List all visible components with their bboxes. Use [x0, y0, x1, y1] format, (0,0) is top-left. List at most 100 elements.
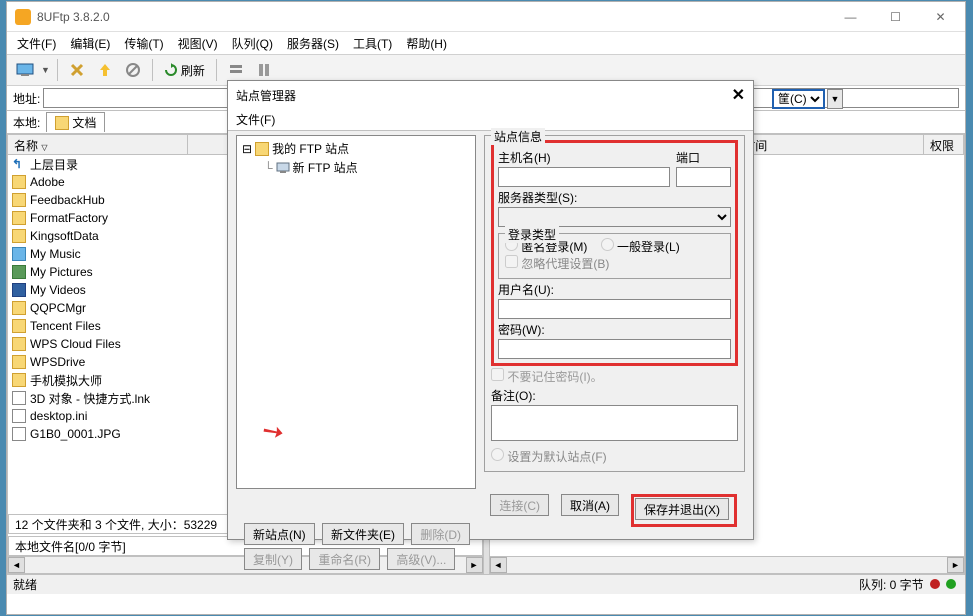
host-input[interactable]	[498, 167, 670, 187]
menu-transfer[interactable]: 传输(T)	[118, 33, 169, 54]
saveexit-button[interactable]: 保存并退出(X)	[635, 498, 729, 520]
dialog-titlebar: 站点管理器 ✕	[228, 81, 753, 109]
pass-input[interactable]	[498, 339, 731, 359]
stop-icon[interactable]	[121, 58, 145, 82]
connect-button[interactable]: 连接(C)	[490, 494, 549, 516]
file-name: QQPCMgr	[30, 301, 86, 315]
file-name: WPSDrive	[30, 355, 85, 369]
folder-icon	[12, 301, 26, 315]
dialog-footer: 连接(C) 取消(A) 保存并退出(X)	[368, 488, 745, 533]
disconnect-icon[interactable]	[65, 58, 89, 82]
menu-edit[interactable]: 编辑(E)	[64, 33, 116, 54]
remark-label: 备注(O):	[491, 387, 738, 404]
folder-icon	[12, 193, 26, 207]
file-name: G1B0_0001.JPG	[30, 427, 121, 441]
site-tree[interactable]: ⊟我的 FTP 站点 └新 FTP 站点	[236, 135, 476, 489]
folder-icon	[12, 229, 26, 243]
menu-help[interactable]: 帮助(H)	[400, 33, 453, 54]
window-controls: — ☐ ✕	[828, 3, 963, 31]
basket-select[interactable]: 筐(C)	[772, 89, 825, 109]
folder-icon	[12, 355, 26, 369]
logintype-legend: 登录类型	[505, 226, 559, 243]
file-name: FeedbackHub	[30, 193, 105, 207]
dialog-close-button[interactable]: ✕	[732, 85, 745, 105]
folder-icon	[55, 116, 69, 130]
site-manager-dialog: 站点管理器 ✕ 文件(F) ⊟我的 FTP 站点 └新 FTP 站点 站点信息 …	[227, 80, 754, 540]
menu-file[interactable]: 文件(F)	[11, 33, 62, 54]
port-input[interactable]	[676, 167, 731, 187]
menu-server[interactable]: 服务器(S)	[281, 33, 345, 54]
ignoreproxy-check[interactable]: 忽略代理设置(B)	[505, 257, 609, 271]
advanced-button[interactable]: 高级(V)...	[387, 548, 455, 570]
address-label: 地址:	[13, 90, 40, 107]
user-label: 用户名(U):	[498, 281, 731, 298]
connect-icon[interactable]	[13, 58, 37, 82]
copy-button[interactable]: 复制(Y)	[244, 548, 302, 570]
user-input[interactable]	[498, 299, 731, 319]
dialog-menu-file[interactable]: 文件(F)	[236, 113, 275, 127]
file-name: My Pictures	[30, 265, 93, 279]
pause-icon[interactable]	[252, 58, 276, 82]
file-icon	[12, 391, 26, 405]
window-title: 8UFtp 3.8.2.0	[37, 10, 828, 24]
led-green-icon	[946, 579, 956, 589]
saveexit-highlight: 保存并退出(X)	[631, 494, 737, 527]
newsite-button[interactable]: 新站点(N)	[244, 523, 315, 545]
folder-icon	[255, 142, 269, 156]
menu-view[interactable]: 视图(V)	[172, 33, 224, 54]
minimize-button[interactable]: —	[828, 3, 873, 31]
folder-icon	[12, 175, 26, 189]
scrollbar-h[interactable]: ◄►	[490, 556, 965, 573]
file-name: 3D 对象 - 快捷方式.lnk	[30, 390, 150, 407]
servertype-label: 服务器类型(S):	[498, 189, 731, 206]
file-name: My Videos	[30, 283, 86, 297]
port-label: 端口	[676, 149, 731, 166]
file-icon	[12, 409, 26, 423]
file-name: Adobe	[30, 175, 65, 189]
folder-icon	[12, 211, 26, 225]
close-button[interactable]: ✕	[918, 3, 963, 31]
menu-queue[interactable]: 队列(Q)	[226, 33, 279, 54]
site-details: 站点信息 主机名(H) 端口 服务器类型(S):	[484, 135, 745, 489]
servertype-select[interactable]	[498, 207, 731, 227]
col-name[interactable]: 名称 ▽	[8, 135, 188, 154]
computer-icon	[276, 162, 290, 174]
music-icon	[12, 247, 26, 261]
pic-icon	[12, 265, 26, 279]
default-radio[interactable]: 设置为默认站点(F)	[491, 448, 738, 465]
folder-icon	[12, 373, 26, 387]
right-combo: 筐(C) ▼	[772, 88, 843, 110]
reconnect-icon[interactable]	[93, 58, 117, 82]
up-icon: ↰	[12, 157, 26, 171]
status-right: 队列: 0 字节	[859, 576, 959, 593]
site-info-legend: 站点信息	[491, 128, 545, 145]
file-icon	[12, 427, 26, 441]
folder-icon	[12, 337, 26, 351]
status-ready: 就绪	[13, 576, 37, 593]
tree-child[interactable]: └新 FTP 站点	[262, 158, 472, 177]
queue-icon[interactable]	[224, 58, 248, 82]
dropdown-icon[interactable]: ▼	[41, 65, 50, 75]
cancel-button[interactable]: 取消(A)	[561, 494, 619, 516]
pass-label: 密码(W):	[498, 321, 731, 338]
local-tab[interactable]: 文档	[46, 112, 105, 132]
combo-dropdown-icon[interactable]: ▼	[827, 89, 843, 109]
host-label: 主机名(H)	[498, 149, 670, 166]
col-perm[interactable]: 权限	[924, 135, 964, 154]
file-name: 上层目录	[30, 156, 78, 173]
maximize-button[interactable]: ☐	[873, 3, 918, 31]
refresh-button[interactable]: 刷新	[160, 58, 209, 82]
highlight-area: 主机名(H) 端口 服务器类型(S): 登录类型 匿名登录(M)	[491, 140, 738, 366]
remark-input[interactable]	[491, 405, 738, 441]
normal-radio[interactable]: 一般登录(L)	[601, 240, 680, 254]
file-name: KingsoftData	[30, 229, 99, 243]
local-label: 本地:	[13, 114, 40, 131]
rename-button[interactable]: 重命名(R)	[309, 548, 380, 570]
menu-tool[interactable]: 工具(T)	[347, 33, 398, 54]
file-name: desktop.ini	[30, 409, 87, 423]
tree-root[interactable]: ⊟我的 FTP 站点	[240, 139, 472, 158]
file-name: My Music	[30, 247, 81, 261]
status-bar: 就绪 队列: 0 字节	[7, 574, 965, 594]
vid-icon	[12, 283, 26, 297]
app-icon	[15, 9, 31, 25]
